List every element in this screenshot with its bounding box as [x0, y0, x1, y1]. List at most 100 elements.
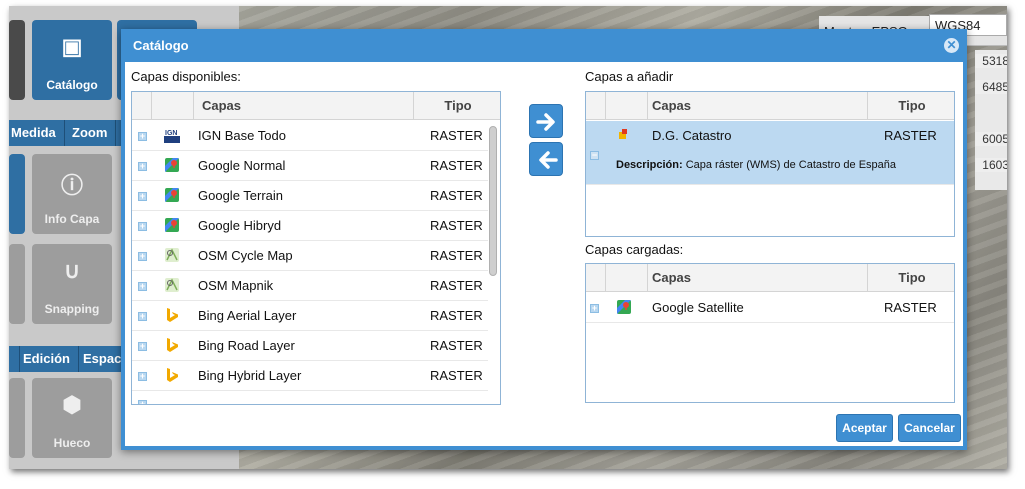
layer-type: RASTER [430, 248, 483, 263]
coord-value: 1603 [975, 158, 1007, 172]
header-tipo[interactable]: Tipo [868, 92, 954, 120]
available-layers-label: Capas disponibles: [131, 69, 241, 84]
expand-icon[interactable]: + [138, 372, 147, 381]
layer-name: IGN Base Todo [198, 128, 286, 143]
header-icon-col [152, 92, 194, 120]
table-row[interactable]: + Google Hibryd RASTER [132, 211, 488, 241]
layer-name: Google Normal [198, 158, 286, 173]
table-row[interactable]: + Google Satellite RASTER [586, 293, 954, 323]
collapse-icon[interactable]: − [590, 151, 599, 160]
layer-type: RASTER [430, 218, 483, 233]
svg-text:IGN: IGN [165, 130, 177, 137]
description-label: Descripción: [616, 159, 683, 171]
header-tipo[interactable]: Tipo [868, 264, 954, 292]
accept-button[interactable]: Aceptar [836, 414, 893, 442]
close-icon[interactable]: ✕ [944, 38, 959, 53]
expand-icon[interactable]: + [138, 400, 147, 404]
layer-name: OSM Mapnik [198, 278, 274, 293]
osm-icon [164, 277, 180, 293]
layer-name: D.G. Catastro [652, 128, 732, 143]
coord-value: 6005 [975, 132, 1007, 146]
expand-icon[interactable]: + [138, 132, 147, 141]
grid-header: Capas Tipo [132, 92, 500, 120]
ign-icon: IGN [164, 127, 180, 143]
arrow-right-icon [536, 113, 555, 131]
scrollbar[interactable] [489, 126, 497, 276]
arrow-left-icon [539, 151, 558, 169]
tab-medida[interactable]: Medida [9, 120, 65, 146]
table-row[interactable]: + OSM Cycle Map RASTER [132, 241, 488, 271]
tile-hidden [9, 20, 25, 100]
header-expander-col [586, 92, 606, 120]
tile-left-2[interactable] [9, 154, 25, 234]
layer-type: RASTER [430, 158, 483, 173]
table-row-partial[interactable]: + [132, 390, 488, 404]
cancel-button[interactable]: Cancelar [898, 414, 961, 442]
layer-type: RASTER [430, 278, 483, 293]
tab-zoom[interactable]: Zoom [64, 120, 117, 146]
tile-left-4[interactable] [9, 378, 25, 458]
table-row[interactable]: + Bing Hybrid Layer RASTER [132, 361, 488, 391]
coord-value: 6485 [975, 80, 1007, 94]
tab-edicion[interactable]: Edición [15, 346, 79, 372]
snapping-tile-label: Snapping [44, 302, 100, 316]
hole-tile-label: Hueco [53, 436, 91, 450]
google-maps-icon [164, 157, 180, 173]
layers-to-add-grid: Capas Tipo − D.G. Catastro RASTER Descri… [585, 91, 955, 237]
table-row[interactable]: + OSM Mapnik RASTER [132, 271, 488, 301]
info-icon: ⓘ [60, 173, 83, 198]
info-layer-tile-label: Info Capa [44, 212, 100, 226]
expand-icon[interactable]: + [138, 192, 147, 201]
google-maps-icon [164, 217, 180, 233]
layer-name: Google Hibryd [198, 218, 282, 233]
coord-value: 5318 [975, 54, 1007, 68]
header-capas[interactable]: Capas [194, 92, 414, 120]
layer-name: Google Terrain [198, 188, 284, 203]
coordinate-list: 5318 6485 6005 1603 [975, 50, 1007, 190]
add-layer-button[interactable] [529, 104, 563, 138]
catalog-tile-label: Catálogo [46, 78, 98, 92]
header-tipo[interactable]: Tipo [414, 92, 500, 120]
table-row[interactable]: + Bing Aerial Layer RASTER [132, 301, 488, 331]
expand-icon[interactable]: + [138, 312, 147, 321]
table-row[interactable]: + Google Terrain RASTER [132, 181, 488, 211]
layer-name: OSM Cycle Map [198, 248, 293, 263]
expand-icon[interactable]: + [138, 342, 147, 351]
hexagon-icon: ⬢ [62, 392, 82, 417]
layer-type: RASTER [884, 128, 937, 143]
loaded-layers-grid: Capas Tipo + Google Satellite RASTER [585, 263, 955, 403]
layer-type: RASTER [430, 338, 483, 353]
layer-type: RASTER [430, 368, 483, 383]
layer-type: RASTER [430, 128, 483, 143]
google-maps-icon [616, 299, 632, 315]
expand-icon[interactable]: + [138, 162, 147, 171]
expand-icon[interactable]: + [138, 222, 147, 231]
layer-type: RASTER [430, 188, 483, 203]
table-row-selected[interactable]: − D.G. Catastro RASTER Descripción: Capa… [586, 121, 954, 185]
grid-header: Capas Tipo [586, 92, 954, 120]
catalog-tile[interactable]: ▣ Catálogo [32, 20, 112, 100]
expand-icon[interactable]: + [590, 304, 599, 313]
hole-tile[interactable]: ⬢ Hueco [32, 378, 112, 458]
table-row[interactable]: + Google Normal RASTER [132, 151, 488, 181]
dialog-title-bar: Catálogo ✕ [121, 29, 967, 62]
tile-left-3[interactable] [9, 244, 25, 324]
table-row[interactable]: + IGN IGN Base Todo RASTER [132, 121, 488, 151]
layer-name: Bing Aerial Layer [198, 308, 297, 323]
layer-type: RASTER [884, 300, 937, 315]
table-row[interactable]: + Bing Road Layer RASTER [132, 331, 488, 361]
snapping-tile[interactable]: ∪ Snapping [32, 244, 112, 324]
expand-icon[interactable]: + [138, 252, 147, 261]
bing-icon [164, 337, 180, 353]
info-layer-tile[interactable]: ⓘ Info Capa [32, 154, 112, 234]
header-capas[interactable]: Capas [648, 264, 868, 292]
layer-name: Bing Road Layer [198, 338, 295, 353]
header-icon-col [606, 92, 648, 120]
bing-icon [164, 307, 180, 323]
remove-layer-button[interactable] [529, 142, 563, 176]
header-capas[interactable]: Capas [648, 92, 868, 120]
catastro-icon [616, 127, 632, 143]
dialog-title: Catálogo [133, 38, 189, 53]
expand-icon[interactable]: + [138, 282, 147, 291]
catalog-dialog: Catálogo ✕ Capas disponibles: Capas Tipo… [121, 29, 967, 450]
